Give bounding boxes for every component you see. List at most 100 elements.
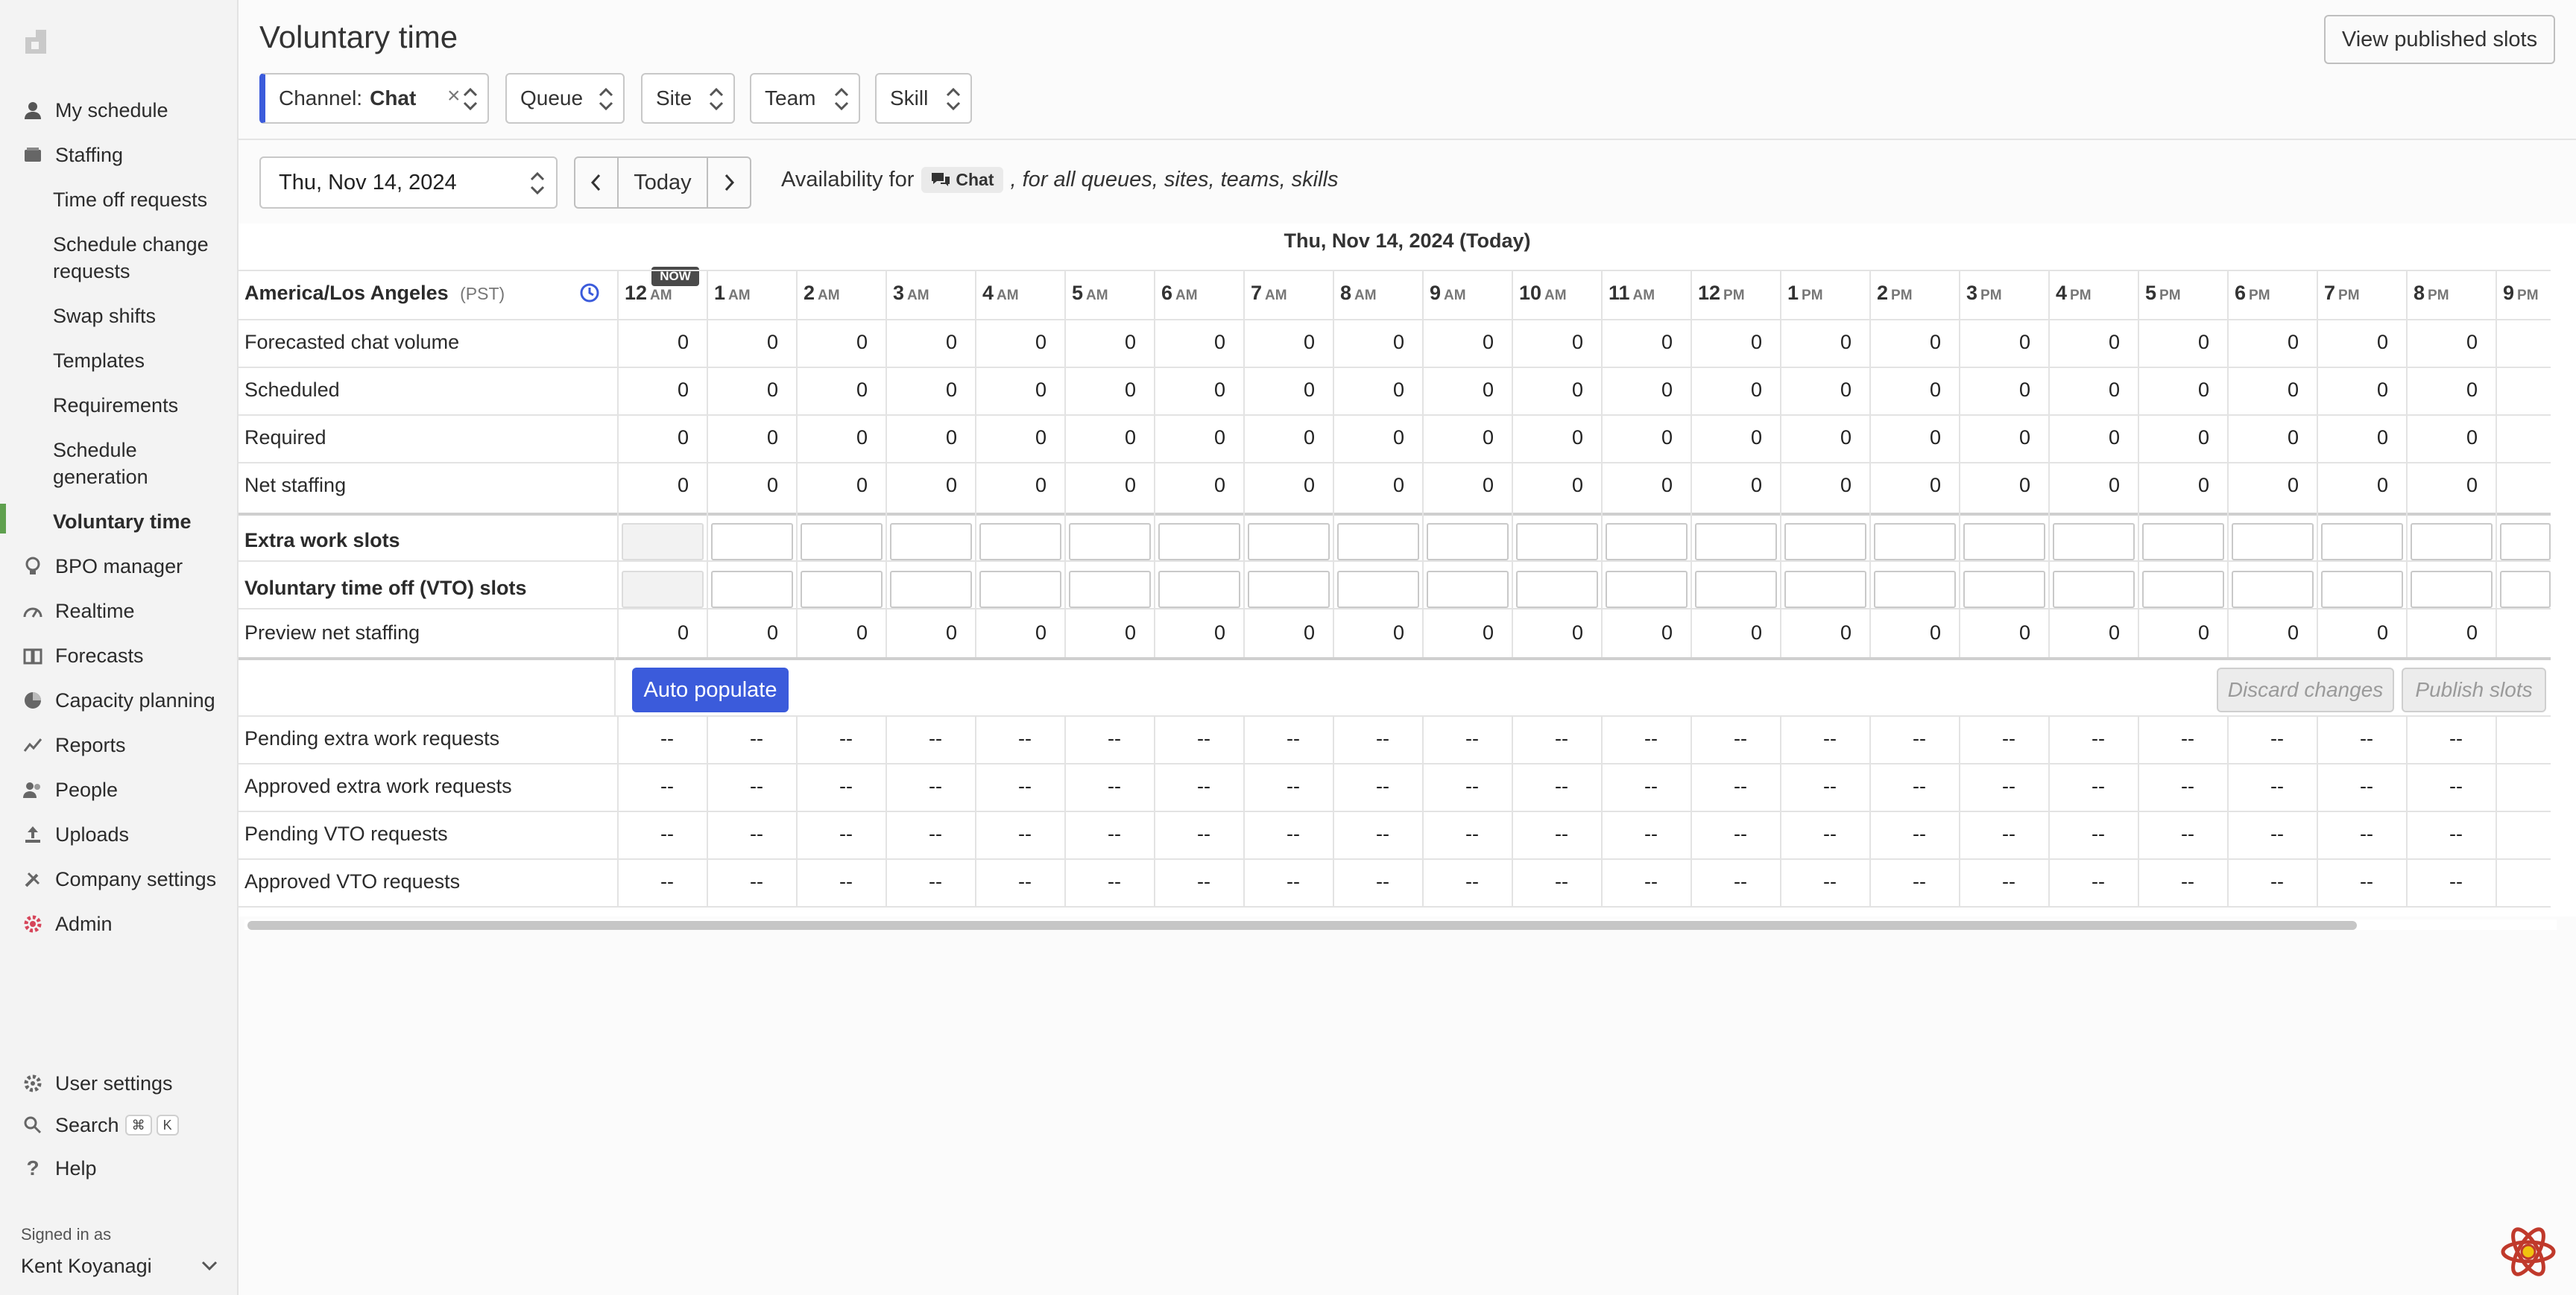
sidebar-subitem-time-off[interactable]: Time off requests xyxy=(53,186,224,213)
slot-input[interactable] xyxy=(1158,523,1240,560)
slot-input[interactable] xyxy=(2053,571,2135,608)
slot-input[interactable] xyxy=(1874,571,1956,608)
people-icon xyxy=(18,779,48,800)
pie-icon xyxy=(18,690,48,711)
slot-input[interactable] xyxy=(2411,523,2493,560)
slot-input[interactable] xyxy=(1963,523,2045,560)
sidebar-item-capacity-planning[interactable]: Capacity planning xyxy=(0,681,237,720)
slot-input[interactable] xyxy=(1516,571,1598,608)
slot-input[interactable] xyxy=(2500,571,2551,608)
slot-input[interactable] xyxy=(1427,571,1509,608)
signed-in-user[interactable]: Kent Koyanagi xyxy=(21,1255,152,1278)
slot-input[interactable] xyxy=(1784,523,1866,560)
slot-input[interactable] xyxy=(1158,571,1240,608)
slot-input[interactable] xyxy=(2321,571,2403,608)
sidebar-subitem-schedule-change[interactable]: Schedule change requests xyxy=(53,231,224,285)
sidebar-item-bpo-manager[interactable]: BPO manager xyxy=(0,547,237,586)
publish-slots-button[interactable]: Publish slots xyxy=(2402,668,2546,712)
horizontal-scrollbar-thumb[interactable] xyxy=(247,921,2357,930)
sidebar-item-staffing[interactable]: Staffing xyxy=(0,136,237,174)
sidebar-help[interactable]: ? Help xyxy=(0,1149,237,1188)
slot-input[interactable] xyxy=(2232,523,2314,560)
slot-input[interactable] xyxy=(1427,523,1509,560)
app-logo-icon[interactable] xyxy=(21,25,52,57)
prev-day-button[interactable] xyxy=(574,156,619,209)
grid-cell-value: 0 xyxy=(1035,379,1046,401)
sidebar-user-settings[interactable]: User settings xyxy=(0,1064,237,1103)
chevron-down-icon[interactable] xyxy=(198,1255,221,1277)
site-filter[interactable]: Site xyxy=(641,73,735,124)
slot-input[interactable] xyxy=(1069,523,1151,560)
sidebar-subitem-voluntary-time[interactable]: Voluntary time xyxy=(53,508,224,535)
slot-input[interactable] xyxy=(1695,523,1777,560)
slot-input[interactable] xyxy=(2053,523,2135,560)
date-select[interactable]: Thu, Nov 14, 2024 xyxy=(259,156,558,209)
grid-cell-value: 0 xyxy=(1661,474,1673,496)
sidebar-subitem-schedule-generation[interactable]: Schedule generation xyxy=(53,437,224,490)
discard-changes-button[interactable]: Discard changes xyxy=(2217,668,2394,712)
channel-filter[interactable]: Channel: Chat × xyxy=(259,73,489,124)
slot-input[interactable] xyxy=(2500,523,2551,560)
slot-input[interactable] xyxy=(2232,571,2314,608)
grid-cell-value: -- xyxy=(1287,727,1300,750)
slot-input[interactable] xyxy=(1248,523,1330,560)
clock-icon[interactable] xyxy=(578,282,601,304)
grid-column-divider xyxy=(1869,270,1871,657)
slot-input[interactable] xyxy=(1516,523,1598,560)
grid-cell-value: -- xyxy=(750,870,763,893)
sidebar-item-company-settings[interactable]: Company settings xyxy=(0,860,237,899)
sidebar-item-admin[interactable]: Admin xyxy=(0,905,237,943)
slot-input[interactable] xyxy=(979,571,1061,608)
auto-populate-button[interactable]: Auto populate xyxy=(632,668,789,712)
hour-header: 3 AM xyxy=(893,282,929,305)
slot-input[interactable] xyxy=(2142,571,2224,608)
sidebar-item-people[interactable]: People xyxy=(0,770,237,809)
sidebar-item-uploads[interactable]: Uploads xyxy=(0,815,237,854)
slot-input[interactable] xyxy=(979,523,1061,560)
sidebar-item-realtime[interactable]: Realtime xyxy=(0,592,237,630)
slot-input[interactable] xyxy=(2411,571,2493,608)
view-published-slots-button[interactable]: View published slots xyxy=(2324,15,2555,64)
sidebar-subitem-requirements[interactable]: Requirements xyxy=(53,392,224,419)
slot-input[interactable] xyxy=(1606,523,1688,560)
grid-cell-value: 0 xyxy=(1482,474,1494,496)
slot-input[interactable] xyxy=(711,571,793,608)
slot-input[interactable] xyxy=(801,523,883,560)
grid-cell-value: -- xyxy=(1197,823,1210,845)
grid-column-divider xyxy=(2227,270,2229,657)
slot-input[interactable] xyxy=(711,523,793,560)
slot-input[interactable] xyxy=(1963,571,2045,608)
sidebar-item-label: Company settings xyxy=(55,867,217,890)
sidebar-subitem-templates[interactable]: Templates xyxy=(53,347,224,374)
next-day-button[interactable] xyxy=(707,156,751,209)
slot-input[interactable] xyxy=(1606,571,1688,608)
slot-input[interactable] xyxy=(1337,571,1419,608)
slot-input[interactable] xyxy=(1874,523,1956,560)
slot-input[interactable] xyxy=(1695,571,1777,608)
slot-input[interactable] xyxy=(2321,523,2403,560)
sidebar-item-forecasts[interactable]: Forecasts xyxy=(0,636,237,675)
slot-input[interactable] xyxy=(890,523,972,560)
grid-row-divider xyxy=(239,319,2551,320)
grid-cell-value: -- xyxy=(1108,870,1121,893)
grid-cell-value: 0 xyxy=(2108,474,2120,496)
grid-cell-value: 0 xyxy=(1124,474,1136,496)
sidebar-subitem-swap-shifts[interactable]: Swap shifts xyxy=(53,303,224,329)
slot-input[interactable] xyxy=(1784,571,1866,608)
slot-input[interactable] xyxy=(801,571,883,608)
team-filter[interactable]: Team xyxy=(750,73,860,124)
slot-input[interactable] xyxy=(1069,571,1151,608)
hour-header: 7 AM xyxy=(1251,282,1287,305)
queue-filter[interactable]: Queue xyxy=(505,73,625,124)
today-button[interactable]: Today xyxy=(617,156,708,209)
sidebar-item-my-schedule[interactable]: My schedule xyxy=(0,91,237,130)
slot-input[interactable] xyxy=(1337,523,1419,560)
clear-icon[interactable]: × xyxy=(447,83,461,109)
sidebar-search[interactable]: Search ⌘ K xyxy=(0,1106,237,1144)
slot-input[interactable] xyxy=(1248,571,1330,608)
react-devtools-icon[interactable] xyxy=(2498,1222,2558,1282)
slot-input[interactable] xyxy=(2142,523,2224,560)
skill-filter[interactable]: Skill xyxy=(875,73,972,124)
slot-input[interactable] xyxy=(890,571,972,608)
sidebar-item-reports[interactable]: Reports xyxy=(0,726,237,764)
